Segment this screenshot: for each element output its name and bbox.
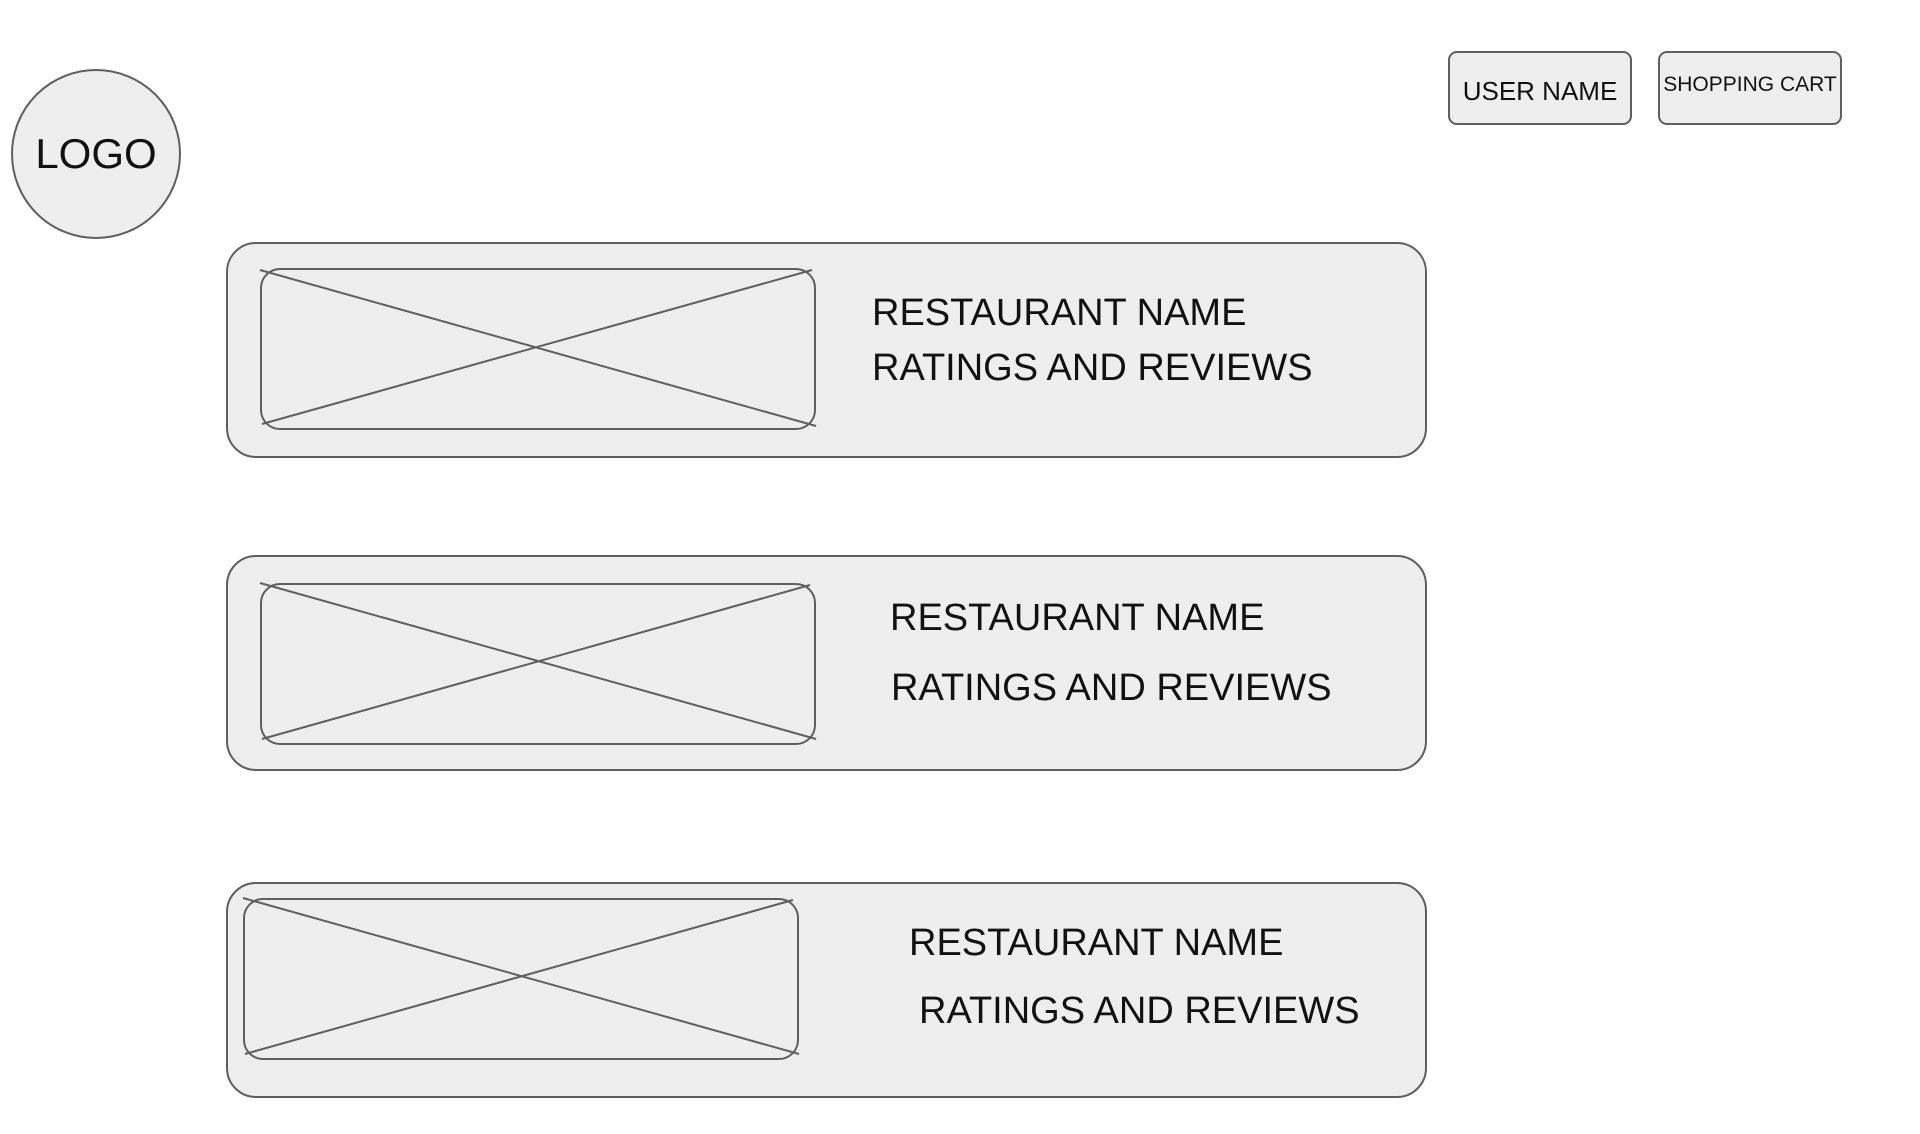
ratings-and-reviews-link[interactable]: RATINGS AND REVIEWS bbox=[891, 669, 1332, 707]
ratings-and-reviews-link[interactable]: RATINGS AND REVIEWS bbox=[872, 349, 1313, 387]
restaurant-name: RESTAURANT NAME bbox=[909, 922, 1284, 964]
image-placeholder-icon bbox=[259, 582, 817, 745]
image-placeholder-icon bbox=[242, 897, 800, 1060]
restaurant-name: RESTAURANT NAME bbox=[890, 597, 1265, 639]
restaurant-name: RESTAURANT NAME bbox=[872, 292, 1247, 334]
image-placeholder-icon bbox=[259, 268, 817, 430]
ratings-and-reviews-link[interactable]: RATINGS AND REVIEWS bbox=[919, 992, 1360, 1030]
logo[interactable]: LOGO bbox=[11, 69, 181, 239]
user-name-button[interactable]: USER NAME bbox=[1448, 51, 1632, 125]
restaurant-card[interactable]: RESTAURANT NAME RATINGS AND REVIEWS bbox=[226, 555, 1427, 771]
restaurant-card[interactable]: RESTAURANT NAME RATINGS AND REVIEWS bbox=[226, 242, 1427, 458]
shopping-cart-button[interactable]: SHOPPING CART bbox=[1658, 51, 1842, 125]
restaurant-card[interactable]: RESTAURANT NAME RATINGS AND REVIEWS bbox=[226, 882, 1427, 1098]
